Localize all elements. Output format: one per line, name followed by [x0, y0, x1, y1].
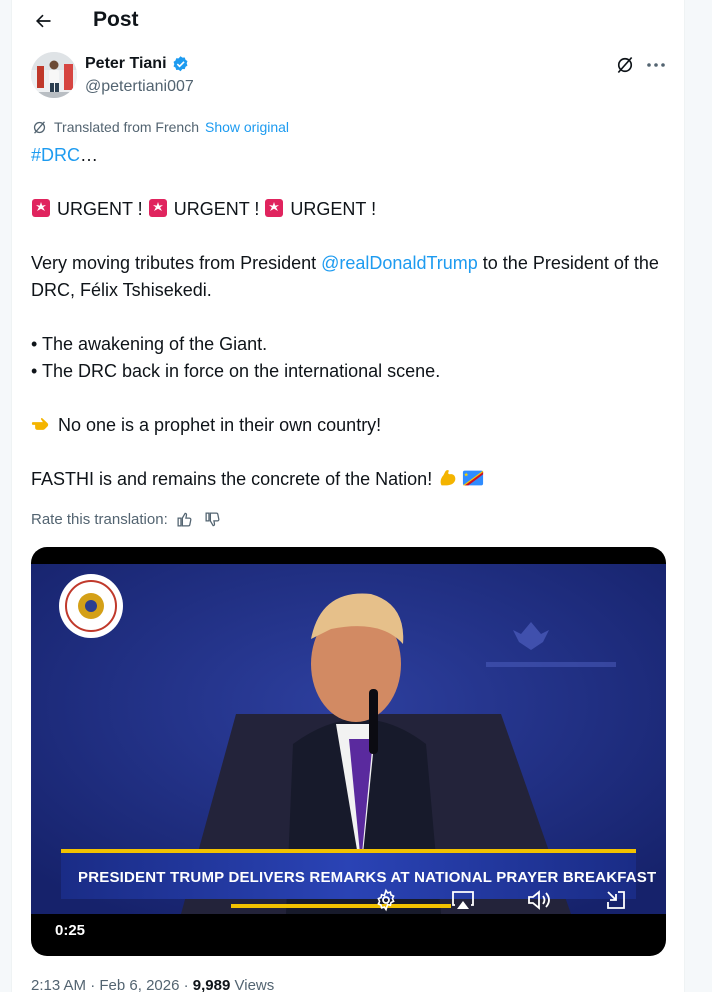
minimize-button[interactable]	[601, 885, 631, 915]
grok-button[interactable]	[614, 54, 636, 76]
meta-separator: ·	[86, 977, 100, 992]
author-handle[interactable]: @petertiani007	[85, 77, 194, 97]
congo-flag-icon	[463, 470, 484, 486]
pointing-hand-icon	[31, 418, 49, 430]
bullet-1: • The awakening of the Giant.	[31, 334, 268, 354]
tribute-paragraph: Very moving tributes from President @rea…	[31, 250, 671, 304]
urgent-text-2: URGENT !	[173, 199, 260, 219]
page-title: Post	[93, 8, 139, 31]
hashtag-ellipsis: …	[80, 145, 99, 165]
meta-separator: ·	[179, 977, 193, 992]
settings-icon	[377, 888, 395, 912]
thumbs-up-icon	[177, 512, 192, 527]
video-settings-button[interactable]	[371, 885, 401, 915]
back-button[interactable]	[28, 6, 58, 36]
airplay-button[interactable]	[448, 885, 478, 915]
flexed-biceps-icon	[440, 470, 456, 486]
prophet-line: No one is a prophet in their own country…	[31, 412, 671, 439]
post-column: Post Peter Tiani @petertiani007 Translat…	[11, 0, 685, 992]
tribute-pre: Very moving tributes from President	[31, 253, 322, 273]
volume-icon	[528, 890, 550, 910]
verified-badge-icon	[173, 55, 187, 71]
grok-icon	[617, 56, 633, 74]
prophet-text: No one is a prophet in their own country…	[53, 415, 382, 435]
thumbs-down-button[interactable]	[202, 508, 224, 530]
video-time: 0:25	[55, 922, 86, 939]
urgent-text-1: URGENT !	[57, 199, 143, 219]
fasthi-line: FASTHI is and remains the concrete of th…	[31, 466, 671, 493]
minimize-icon	[607, 891, 625, 909]
post-body: #DRC… URGENT ! URGENT ! URGENT ! Very mo…	[31, 142, 671, 493]
airplay-icon	[452, 891, 474, 909]
avatar-image	[31, 52, 77, 98]
more-icon	[647, 63, 665, 67]
urgent-line: URGENT ! URGENT ! URGENT !	[31, 196, 671, 223]
more-options-button[interactable]	[644, 54, 668, 76]
thumbs-down-icon	[205, 511, 220, 526]
views-label: Views	[230, 977, 275, 992]
siren-icon	[148, 199, 167, 217]
top-bar: Post	[12, 0, 684, 42]
siren-icon	[265, 199, 284, 217]
translated-label: Translated from French	[54, 119, 199, 135]
translate-icon	[33, 120, 46, 134]
volume-button[interactable]	[524, 885, 554, 915]
show-original-link[interactable]: Show original	[205, 119, 289, 135]
video-frame	[31, 564, 666, 914]
views-count: 9,989	[192, 977, 231, 992]
translation-notice: Translated from French Show original	[31, 117, 289, 137]
author-name-text: Peter Tiani	[85, 55, 167, 72]
lower-third-caption: PRESIDENT TRUMP DELIVERS REMARKS AT NATI…	[78, 869, 657, 886]
post-time[interactable]: 2:13 AM	[31, 977, 86, 992]
siren-icon	[32, 199, 50, 217]
hashtag-link[interactable]: #DRC	[31, 145, 80, 165]
bullet-2: • The DRC back in force on the internati…	[31, 361, 441, 381]
author-name[interactable]: Peter Tiani	[85, 53, 190, 75]
fasthi-text: FASTHI is and remains the concrete of th…	[31, 469, 438, 489]
avatar[interactable]	[31, 52, 77, 98]
back-arrow-icon	[36, 14, 51, 28]
mention-link[interactable]: @realDonaldTrump	[321, 253, 478, 273]
rate-translation: Rate this translation:	[31, 508, 224, 530]
rate-label: Rate this translation:	[31, 510, 168, 528]
urgent-text-3: URGENT !	[290, 199, 377, 219]
post-date[interactable]: Feb 6, 2026	[99, 977, 179, 992]
post-meta: 2:13 AM · Feb 6, 2026 · 9,989 Views	[31, 977, 274, 992]
video-player[interactable]: PRESIDENT TRUMP DELIVERS REMARKS AT NATI…	[31, 547, 666, 956]
thumbs-up-button[interactable]	[174, 508, 196, 530]
